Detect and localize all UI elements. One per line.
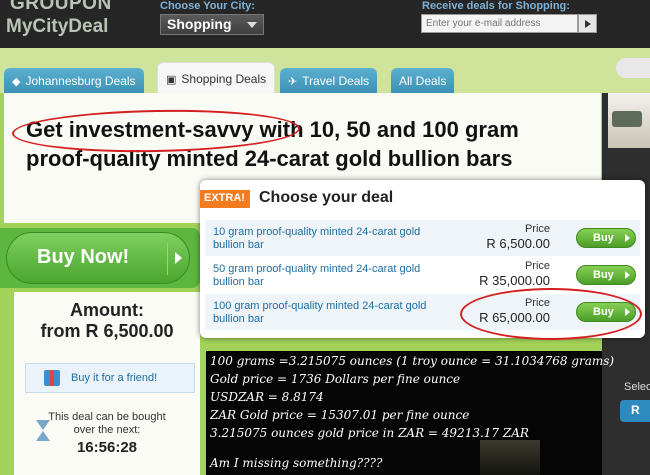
annotation-circle [460, 288, 642, 340]
tab-label: Shopping Deals [181, 72, 267, 86]
shopping-bag-icon: ▣ [166, 74, 177, 86]
note-line: Gold price = 1736 Dollars per fine ounce [210, 372, 461, 386]
tag-icon: ◆ [12, 76, 21, 88]
tab-johannesburg-deals[interactable]: ◆ Johannesburg Deals [4, 68, 144, 93]
right-sidebar-text: Selec [624, 381, 650, 393]
city-select[interactable]: Shopping [160, 14, 264, 35]
deal-option-name[interactable]: 50 gram proof-quality minted 24-carat go… [213, 263, 428, 289]
deal-option-name[interactable]: 10 gram proof-quality minted 24-carat go… [213, 226, 428, 252]
note-line: 100 grams =3.215075 ounces (1 troy ounce… [210, 354, 615, 368]
buy-now-label: Buy Now! [37, 246, 130, 268]
logo-line-2: MyCityDeal [6, 16, 109, 37]
modal-title: Choose your deal [259, 189, 394, 206]
tab-extra-button[interactable] [616, 58, 650, 78]
price-label: Price [524, 260, 550, 272]
buy-label: Buy [593, 232, 614, 244]
note-line: USDZAR = 8.8174 [210, 390, 324, 404]
tab-label: Travel Deals [302, 74, 370, 88]
receive-deals-label: Receive deals for Shopping: [422, 0, 570, 12]
city-label: Choose Your City: [160, 0, 255, 12]
plane-icon: ✈ [288, 76, 298, 88]
note-line: 3.215075 ounces gold price in ZAR = 4921… [210, 426, 529, 440]
buy-now-button[interactable]: Buy Now! [6, 232, 190, 284]
buy-button[interactable]: Buy [576, 228, 636, 248]
deal-option-row: 10 gram proof-quality minted 24-carat go… [205, 220, 640, 256]
tab-travel-deals[interactable]: ✈ Travel Deals [280, 68, 378, 93]
chevron-right-icon [625, 271, 630, 279]
city-select-value: Shopping [167, 16, 232, 32]
gold-bar-image [480, 440, 540, 475]
tab-label: All Deals [399, 74, 447, 88]
amount-value: from R 6,500.00 [40, 321, 174, 341]
deal-option-row: 50 gram proof-quality minted 24-carat go… [205, 257, 640, 293]
buy-button[interactable]: Buy [576, 265, 636, 285]
extra-badge: EXTRA! [200, 190, 250, 208]
groupon-logo[interactable]: GROUPON MyCityDeal [2, 0, 152, 48]
gift-icon [44, 370, 60, 386]
deal-time-text: This deal can be bought over the next: [48, 411, 166, 436]
amount-block: Amount: from R 6,500.00 [14, 300, 200, 342]
tab-shopping-deals[interactable]: ▣ Shopping Deals [157, 62, 276, 93]
chevron-down-icon [247, 22, 257, 28]
deal-option-name[interactable]: 100 gram proof-quality minted 24-carat g… [213, 300, 428, 326]
note-line: ZAR Gold price = 15307.01 per fine ounce [210, 408, 470, 422]
buy-for-friend-button[interactable]: Buy it for a friend! [25, 363, 195, 393]
chevron-right-icon [625, 234, 630, 242]
amount-label: Amount: [70, 300, 144, 320]
chevron-right-icon [175, 252, 182, 264]
deal-thumbnail[interactable] [608, 93, 650, 148]
buy-for-friend-label: Buy it for a friend! [71, 372, 158, 384]
right-sidebar-badge[interactable]: R [620, 400, 650, 422]
button-divider [167, 243, 168, 275]
tab-all-deals[interactable]: All Deals [391, 68, 455, 93]
buy-label: Buy [593, 269, 614, 281]
price-value: R 6,500.00 [486, 236, 550, 251]
tab-label: Johannesburg Deals [25, 74, 136, 88]
countdown-timer: 16:56:28 [76, 439, 138, 456]
price-value: R 35,000.00 [479, 273, 550, 288]
email-submit-button[interactable] [578, 14, 597, 33]
logo-line-1: GROUPON [10, 0, 112, 14]
note-line: Am I missing something???? [210, 456, 383, 470]
email-input[interactable] [421, 14, 578, 33]
price-label: Price [524, 223, 550, 235]
